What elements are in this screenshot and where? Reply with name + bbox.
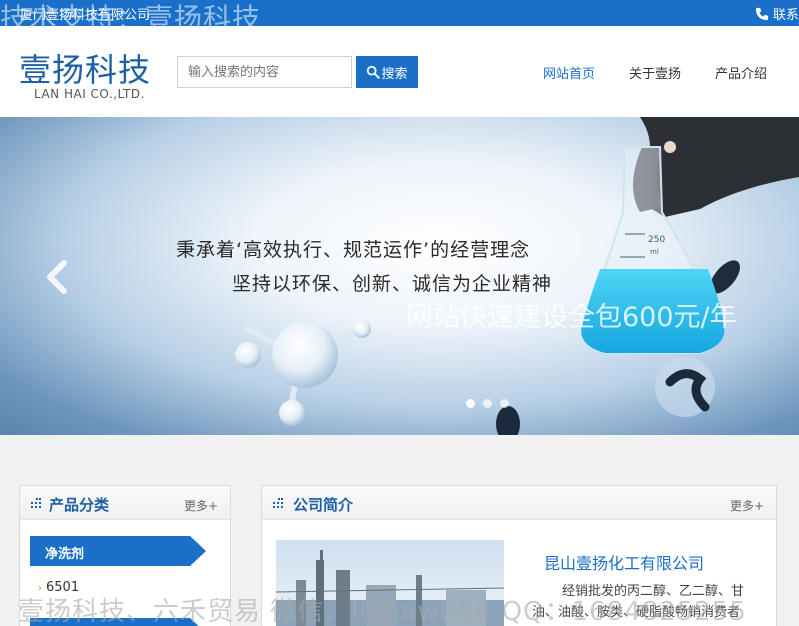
svg-text:ml: ml — [650, 248, 659, 256]
company-intro-panel: 公司简介 更多+ 昆山壹扬化工有限公司 经销批发的丙二醇、乙二醇、甘油、油酸、胺… — [261, 485, 777, 626]
slide-dot[interactable] — [500, 399, 509, 408]
grid-icon — [31, 498, 41, 508]
top-bar: 厦门壹扬科技有限公司 联系 — [0, 0, 799, 26]
slide-dot[interactable] — [466, 399, 475, 408]
more-link[interactable]: 更多+ — [730, 497, 764, 514]
company-description: 经销批发的丙二醇、乙二醇、甘油、油酸、胺类、硬脂酸畅销消费者 — [532, 584, 745, 620]
slide-dot[interactable] — [483, 399, 492, 408]
category-tab-shape — [30, 618, 199, 626]
contact-link[interactable]: 联系 — [755, 4, 799, 23]
panel-header: 产品分类 更多+ — [20, 486, 230, 520]
category-label: 净洗剂 — [45, 547, 85, 562]
more-link[interactable]: 更多+ — [184, 497, 218, 514]
grid-icon — [273, 498, 283, 508]
company-name[interactable]: 昆山壹扬化工有限公司 — [544, 550, 704, 574]
slide-indicators — [466, 399, 509, 408]
factory-image — [276, 550, 504, 626]
site-header: 壹扬科技 LAN HAI CO.,LTD. 搜索 网站首页 关于壹扬 产品介绍 — [0, 26, 799, 117]
top-company-name: 厦门壹扬科技有限公司 — [20, 8, 151, 23]
product-name: 6501 — [46, 580, 80, 595]
category-tab[interactable]: 净洗剂 — [30, 536, 206, 566]
company-photo[interactable] — [276, 540, 504, 626]
bullet-icon: › — [38, 583, 42, 594]
svg-text:250: 250 — [648, 235, 665, 245]
hero-banner: 250 ml 秉承着‘高效执行、规范运作’的经营理念 坚持以环保、创新、诚信为企… — [0, 117, 799, 435]
contact-label: 联系 — [772, 8, 799, 23]
promo-watermark: 网站快速建设全包600元/年 — [406, 302, 737, 333]
nav-home[interactable]: 网站首页 — [543, 63, 595, 82]
banner-slogan-2: 坚持以环保、创新、诚信为企业精神 — [232, 273, 553, 295]
list-item[interactable]: › 6501 — [38, 580, 79, 595]
logo-subtitle: LAN HAI CO.,LTD. — [34, 87, 145, 101]
panel-title: 产品分类 — [49, 496, 110, 514]
chevron-left-icon[interactable] — [44, 260, 70, 294]
nav-products[interactable]: 产品介绍 — [715, 63, 767, 82]
banner-slogan-1: 秉承着‘高效执行、规范运作’的经营理念 — [176, 239, 531, 261]
panel-header: 公司简介 更多+ — [262, 486, 776, 520]
category-tab-next[interactable] — [30, 618, 206, 626]
nav-about[interactable]: 关于壹扬 — [629, 63, 681, 82]
product-category-panel: 产品分类 更多+ 净洗剂 › 6501 — [19, 485, 231, 626]
main-nav: 网站首页 关于壹扬 产品介绍 — [0, 63, 799, 83]
phone-icon — [755, 7, 769, 21]
panel-title: 公司简介 — [293, 496, 354, 514]
